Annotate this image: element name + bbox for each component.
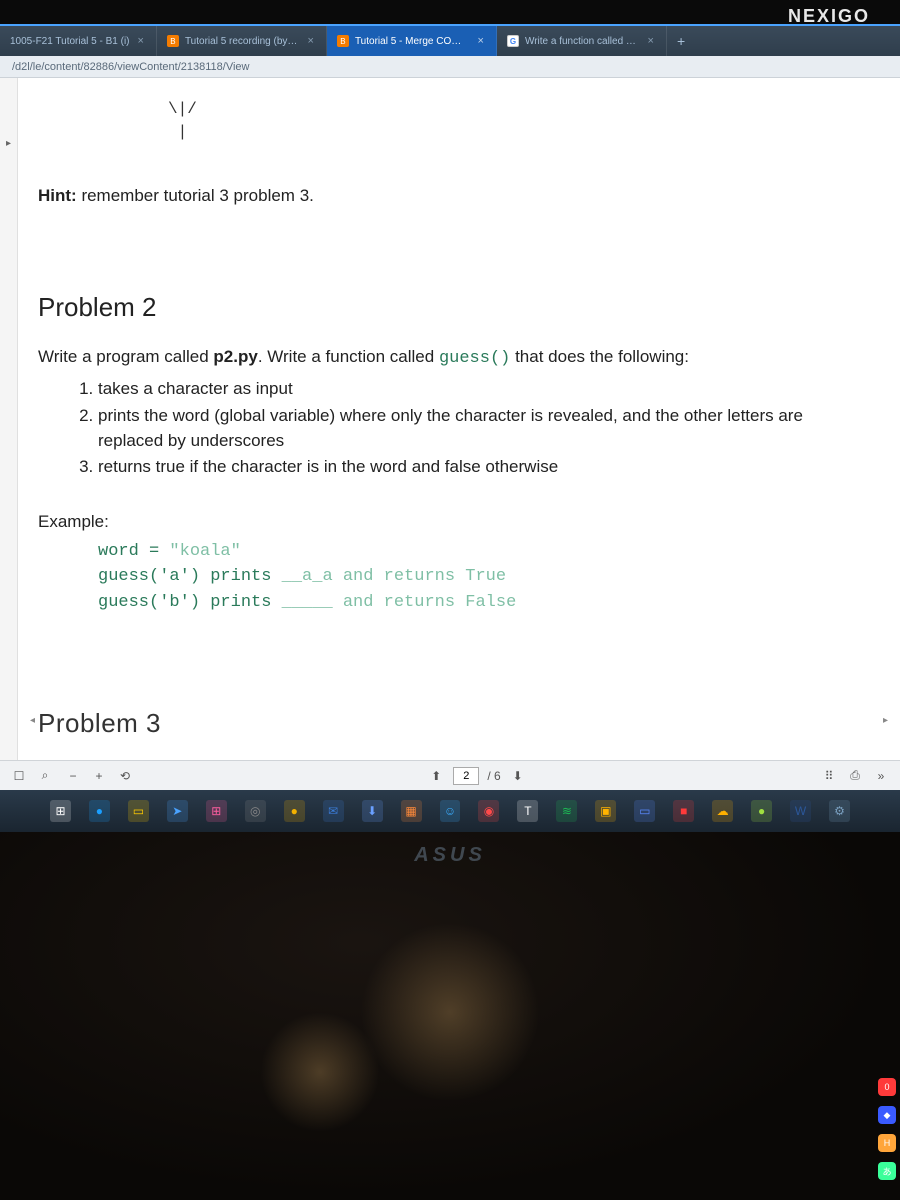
more-icon[interactable]: » [872, 767, 890, 785]
taskbar-app-icon[interactable]: ● [284, 800, 305, 822]
page-total: / 6 [487, 769, 500, 783]
led-indicator: ◆ [878, 1106, 896, 1124]
taskbar-app-icon[interactable]: T [517, 800, 538, 822]
filename: p2.py [213, 347, 257, 366]
close-icon[interactable]: × [136, 35, 146, 47]
taskbar-app-icon[interactable]: ▦ [401, 800, 422, 822]
zoom-reset-icon[interactable]: ⟲ [116, 767, 134, 785]
browser-tab-active[interactable]: B Tutorial 5 - Merge COMP1005A × [327, 26, 497, 56]
hint-line: Hint: remember tutorial 3 problem 3. [38, 184, 860, 209]
problem2-steps: takes a character as input prints the wo… [98, 377, 860, 480]
taskbar-app-icon[interactable]: ☺ [440, 800, 461, 822]
code: _____ and returns False [282, 593, 517, 612]
taskbar-app-icon[interactable]: ◎ [245, 800, 266, 822]
browser-window: 1005-F21 Tutorial 5 - B1 (i) × B Tutoria… [0, 24, 900, 790]
taskbar-app-icon[interactable]: ✉ [323, 800, 344, 822]
code: __a_a and returns True [282, 567, 506, 586]
taskbar-app-icon[interactable]: ◉ [478, 800, 499, 822]
tools-icon[interactable]: ⠿ [820, 767, 838, 785]
close-icon[interactable]: × [476, 35, 486, 47]
tab-title: Write a function called print han [525, 36, 640, 47]
hint-text: remember tutorial 3 problem 3. [77, 186, 314, 205]
text: . Write a function called [258, 347, 439, 366]
taskbar-app-icon[interactable]: ≋ [556, 800, 577, 822]
taskbar-app-icon[interactable]: ■ [673, 800, 694, 822]
browser-tab[interactable]: G Write a function called print han × [497, 26, 667, 56]
horizontal-scroll: ◂ ▸ [30, 715, 888, 726]
ascii-art: \|/ | [168, 98, 860, 144]
taskbar-app-icon[interactable]: ▭ [634, 800, 655, 822]
taskbar-app-icon[interactable]: ⬇ [362, 800, 383, 822]
sidebar-toggle[interactable]: ▸ [0, 78, 18, 760]
led-indicator: H [878, 1134, 896, 1152]
glow [260, 1012, 380, 1132]
taskbar-app-icon[interactable]: ⊞ [206, 800, 227, 822]
problem2-intro: Write a program called p2.py. Write a fu… [38, 345, 860, 372]
scroll-right-icon[interactable]: ▸ [883, 715, 888, 726]
close-icon[interactable]: × [646, 35, 656, 47]
list-item: takes a character as input [98, 377, 860, 402]
windows-taskbar: ⊞ ● ▭ ➤ ⊞ ◎ ● ✉ ⬇ ▦ ☺ ◉ T ≋ ▣ ▭ ■ ☁ ● W ⚙ [0, 790, 900, 832]
zoom-out-icon[interactable]: − [64, 767, 82, 785]
hint-label: Hint: [38, 186, 77, 205]
side-leds: 0 ◆ Hあ [878, 1078, 896, 1180]
asus-logo: ASUS [414, 844, 486, 867]
content-area: ▸ \|/ | Hint: remember tutorial 3 proble… [0, 78, 900, 760]
favicon-icon: B [337, 35, 349, 47]
list-item: prints the word (global variable) where … [98, 404, 860, 453]
text: that does the following: [510, 347, 689, 366]
tab-title: Tutorial 5 - Merge COMP1005A [355, 36, 470, 47]
taskbar-app-icon[interactable]: ⊞ [50, 800, 71, 822]
page-number-input[interactable] [453, 767, 479, 785]
zoom-in-icon[interactable]: + [90, 767, 108, 785]
taskbar-app-icon[interactable]: ☁ [712, 800, 733, 822]
code: guess('a') prints [98, 567, 282, 586]
pdf-toolbar: ☐ ⌕ − + ⟲ ⬆ / 6 ⬇ ⠿ ⎙ » [0, 760, 900, 790]
browser-tab[interactable]: 1005-F21 Tutorial 5 - B1 (i) × [0, 26, 157, 56]
taskbar-app-icon[interactable]: ● [89, 800, 110, 822]
led-indicator: 0 [878, 1078, 896, 1096]
taskbar-app-icon[interactable]: ▣ [595, 800, 616, 822]
taskbar-app-icon[interactable]: ➤ [167, 800, 188, 822]
function-name: guess() [439, 349, 510, 368]
search-icon[interactable]: ⌕ [36, 767, 54, 785]
url-text: /d2l/le/content/82886/viewContent/213811… [12, 61, 250, 73]
browser-tab-bar: 1005-F21 Tutorial 5 - B1 (i) × B Tutoria… [0, 24, 900, 56]
print-icon[interactable]: ⎙ [846, 767, 864, 785]
glow [360, 922, 540, 1102]
led-indicator: あ [878, 1162, 896, 1180]
google-favicon-icon: G [507, 35, 519, 47]
taskbar-app-icon[interactable]: ▭ [128, 800, 149, 822]
close-icon[interactable]: × [306, 35, 316, 47]
taskbar-app-icon[interactable]: ⚙ [829, 800, 850, 822]
favicon-icon: B [167, 35, 179, 47]
code: "koala" [169, 542, 240, 561]
document-body: \|/ | Hint: remember tutorial 3 problem … [18, 78, 900, 760]
example-code: word = "koala" guess('a') prints __a_a a… [98, 539, 860, 616]
page-up-icon[interactable]: ⬆ [427, 767, 445, 785]
desk-area: ASUS 0 ◆ Hあ [0, 832, 900, 1200]
scroll-left-icon[interactable]: ◂ [30, 715, 35, 726]
page-down-icon[interactable]: ⬇ [509, 767, 527, 785]
example-label: Example: [38, 510, 860, 535]
new-tab-button[interactable]: + [667, 33, 695, 49]
taskbar-app-icon[interactable]: ● [751, 800, 772, 822]
list-item: returns true if the character is in the … [98, 455, 860, 480]
tab-title: 1005-F21 Tutorial 5 - B1 (i) [10, 36, 130, 47]
code: guess('b') prints [98, 593, 282, 612]
browser-tab[interactable]: B Tutorial 5 recording (by TA Ales × [157, 26, 327, 56]
code: word = [98, 542, 169, 561]
text: Write a program called [38, 347, 213, 366]
tab-title: Tutorial 5 recording (by TA Ales [185, 36, 300, 47]
sidebar-toggle-icon[interactable]: ☐ [10, 767, 28, 785]
heading-problem-2: Problem 2 [38, 289, 860, 327]
taskbar-app-icon[interactable]: W [790, 800, 811, 822]
url-bar[interactable]: /d2l/le/content/82886/viewContent/213811… [0, 56, 900, 78]
